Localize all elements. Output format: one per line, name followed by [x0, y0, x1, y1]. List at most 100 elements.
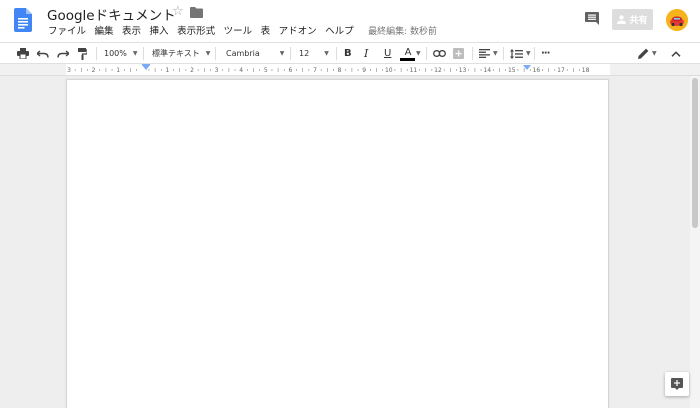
ruler-area: 3 2 1 1 2 3 4 5 6 7 8 9 10 11 12 13 14 15 16 17 18 — [0, 64, 700, 76]
avatar[interactable] — [666, 9, 688, 31]
line-spacing-icon — [510, 48, 523, 59]
vertical-scrollbar[interactable] — [690, 76, 700, 408]
menu-help[interactable]: ヘルプ — [325, 23, 354, 37]
document-title[interactable]: Googleドキュメント — [47, 4, 176, 24]
ruler-label: 2 — [92, 67, 96, 74]
text-color-label: A — [404, 47, 412, 58]
toolbar-separator — [534, 47, 535, 60]
menu-table[interactable]: 表 — [261, 23, 271, 37]
insert-comment-button[interactable] — [453, 43, 464, 64]
menu-addons[interactable]: アドオン — [279, 23, 317, 37]
zoom-select[interactable]: 100% ▼ — [104, 43, 138, 64]
menu-bar: ファイル 編集 表示 挿入 表示形式 ツール表アドオン ヘルプ 最終編集: 数秒前 — [48, 23, 437, 37]
font-size-value: 12 — [299, 49, 310, 58]
bold-button[interactable]: B — [344, 43, 352, 64]
document-page[interactable] — [66, 79, 609, 408]
toolbar-separator — [290, 47, 291, 60]
paint-format-button[interactable] — [78, 43, 87, 64]
ruler-label: 15 — [508, 67, 516, 74]
caret-down-icon: ▼ — [526, 50, 531, 57]
print-icon — [17, 48, 29, 59]
underline-button[interactable]: U — [384, 43, 391, 64]
text-color-indicator — [400, 58, 415, 61]
avatar-image — [666, 9, 688, 31]
toolbar-separator — [472, 47, 473, 60]
toolbar-separator — [336, 47, 337, 60]
ruler-label: 7 — [313, 67, 317, 74]
toolbar-separator — [215, 47, 216, 60]
undo-button[interactable] — [37, 43, 49, 64]
ruler-label: 8 — [338, 67, 342, 74]
menu-tools[interactable]: ツール — [224, 23, 253, 37]
caret-down-icon: ▼ — [324, 50, 329, 57]
menu-edit[interactable]: 編集 — [95, 23, 114, 37]
ruler-label: 17 — [557, 67, 565, 74]
docs-logo-icon[interactable] — [14, 8, 32, 32]
ruler-label: 9 — [362, 67, 366, 74]
redo-icon — [57, 49, 69, 58]
star-icon[interactable]: ☆ — [172, 5, 184, 19]
pencil-icon — [638, 48, 649, 59]
caret-down-icon: ▼ — [416, 50, 421, 57]
ruler-label: 5 — [264, 67, 268, 74]
insert-comment-icon — [453, 48, 464, 59]
text-color-button[interactable]: A ▼ — [401, 43, 421, 64]
editing-mode-button[interactable]: ▼ — [638, 43, 657, 64]
caret-down-icon: ▼ — [652, 50, 657, 57]
menu-view[interactable]: 表示 — [122, 23, 141, 37]
collapse-menus-button[interactable] — [671, 43, 681, 64]
explore-button[interactable] — [665, 372, 689, 396]
folder-icon[interactable] — [190, 7, 203, 18]
caret-down-icon: ▼ — [279, 50, 285, 57]
redo-button[interactable] — [57, 43, 69, 64]
ruler-label: 6 — [288, 67, 292, 74]
undo-icon — [37, 49, 49, 58]
toolbar-separator — [96, 47, 97, 60]
person-icon — [617, 15, 627, 24]
ruler-label: 14 — [483, 67, 491, 74]
menu-file[interactable]: ファイル — [48, 23, 86, 37]
toolbar: 100% ▼ 標準テキスト ▼ Cambria ▼ 12 ▼ B I U A ▼ — [0, 42, 700, 64]
menu-insert[interactable]: 挿入 — [150, 23, 169, 37]
font-select[interactable]: Cambria ▼ — [226, 43, 284, 64]
font-size-select[interactable]: 12 ▼ — [299, 43, 329, 64]
ruler-label: 11 — [410, 67, 418, 74]
caret-down-icon: ▼ — [205, 50, 211, 57]
paint-format-icon — [78, 47, 87, 60]
last-edit-status[interactable]: 最終編集: 数秒前 — [368, 24, 437, 37]
ruler-label: 4 — [239, 67, 243, 74]
insert-link-button[interactable] — [433, 43, 446, 64]
menu-format[interactable]: 表示形式 — [177, 23, 215, 37]
ruler-label: 10 — [385, 67, 393, 74]
horizontal-ruler[interactable]: 3 2 1 1 2 3 4 5 6 7 8 9 10 11 12 13 14 15 16 17 18 — [66, 64, 610, 75]
line-spacing-button[interactable]: ▼ — [510, 43, 531, 64]
comments-icon[interactable] — [585, 12, 599, 25]
toolbar-separator — [143, 47, 144, 60]
ruler-label: 1 — [116, 67, 120, 74]
ruler-label: 3 — [215, 67, 219, 74]
ruler-label: 18 — [582, 67, 590, 74]
chevron-up-icon — [671, 50, 681, 57]
first-line-indent-marker[interactable] — [142, 64, 150, 66]
paragraph-style-select[interactable]: 標準テキスト ▼ — [152, 43, 210, 64]
ruler-label: 3 — [67, 67, 71, 74]
zoom-value: 100% — [104, 49, 127, 58]
document-canvas — [0, 76, 700, 408]
align-button[interactable]: ▼ — [479, 43, 498, 64]
scrollbar-thumb[interactable] — [692, 78, 698, 228]
ruler-label: 16 — [533, 67, 541, 74]
print-button[interactable] — [17, 43, 29, 64]
share-button[interactable]: 共有 — [612, 9, 653, 30]
link-icon — [433, 50, 446, 57]
ruler-label: 1 — [165, 67, 169, 74]
paragraph-style-value: 標準テキスト — [152, 49, 200, 58]
share-label: 共有 — [629, 16, 648, 26]
caret-down-icon: ▼ — [132, 50, 138, 57]
toolbar-separator — [503, 47, 504, 60]
ruler-label: 13 — [459, 67, 467, 74]
ruler-label: 2 — [190, 67, 194, 74]
more-button[interactable]: ··· — [541, 43, 550, 64]
italic-button[interactable]: I — [364, 43, 368, 64]
font-value: Cambria — [226, 49, 260, 58]
toolbar-separator — [426, 47, 427, 60]
